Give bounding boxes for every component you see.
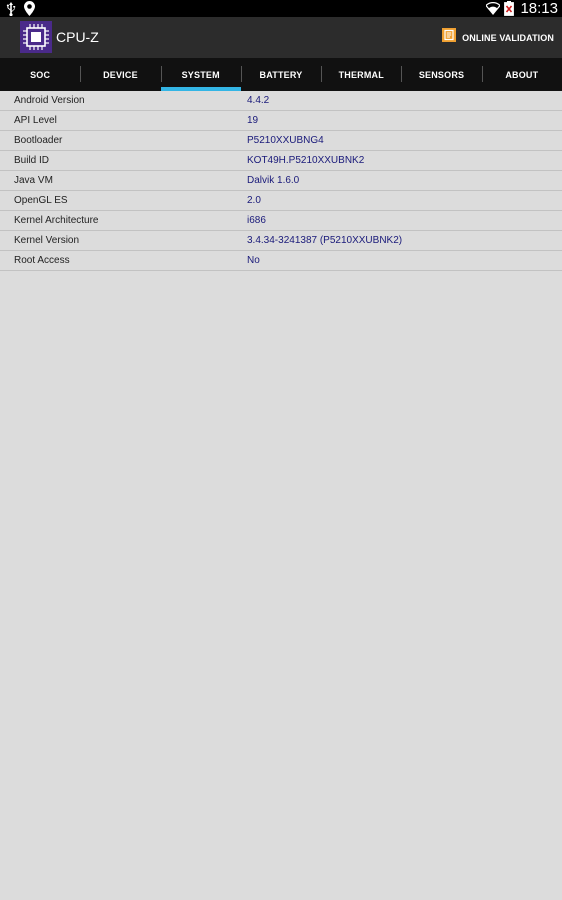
wifi-icon	[486, 2, 501, 15]
info-row-java-vm: Java VM Dalvik 1.6.0	[0, 171, 562, 191]
info-value: P5210XXUBNG4	[247, 135, 324, 146]
status-left-icons	[6, 1, 35, 16]
tab-label: BATTERY	[259, 69, 303, 80]
info-label: OpenGL ES	[14, 195, 68, 206]
tab-label: ABOUT	[505, 69, 539, 80]
info-label: Build ID	[14, 155, 50, 166]
tab-battery[interactable]: BATTERY	[240, 58, 321, 91]
tab-label: SYSTEM	[181, 69, 220, 80]
info-value: No	[247, 255, 260, 266]
info-value: 3.4.34-3241387 (P5210XXUBNK2)	[247, 235, 403, 246]
info-value: 19	[247, 115, 259, 126]
validation-icon	[442, 28, 457, 47]
status-bar: 18:13	[0, 0, 562, 17]
info-label: Kernel Version	[14, 235, 80, 246]
tab-soc[interactable]: SOC	[0, 58, 80, 91]
info-row-kernel-architecture: Kernel Architecture i686	[0, 211, 562, 231]
info-label: Root Access	[14, 255, 70, 266]
info-value: 2.0	[247, 195, 261, 206]
info-value: Dalvik 1.6.0	[247, 175, 300, 186]
info-value: 4.4.2	[247, 95, 270, 106]
app-title: CPU-Z	[56, 29, 99, 45]
system-info-list: Android Version 4.4.2 API Level 19 Bootl…	[0, 91, 562, 271]
info-label: Android Version	[14, 95, 85, 106]
tab-device[interactable]: DEVICE	[80, 58, 160, 91]
tab-sensors[interactable]: SENSORS	[401, 58, 481, 91]
tab-thermal[interactable]: THERMAL	[321, 58, 401, 91]
info-label: Bootloader	[14, 135, 63, 146]
cpu-chip-icon[interactable]	[20, 21, 52, 53]
status-right-icons: 18:13	[486, 0, 558, 17]
tab-label: DEVICE	[103, 69, 138, 80]
location-pin-icon	[24, 1, 35, 16]
info-label: Java VM	[14, 175, 53, 186]
info-label: Kernel Architecture	[14, 215, 99, 226]
info-row-opengl-es: OpenGL ES 2.0	[0, 191, 562, 211]
info-row-kernel-version: Kernel Version 3.4.34-3241387 (P5210XXUB…	[0, 231, 562, 251]
info-value: i686	[247, 215, 266, 226]
info-row-build-id: Build ID KOT49H.P5210XXUBNK2	[0, 151, 562, 171]
tab-label: SOC	[30, 69, 51, 80]
battery-icon	[504, 1, 515, 16]
usb-icon	[6, 1, 16, 16]
info-row-api-level: API Level 19	[0, 111, 562, 131]
action-bar: CPU-Z ONLINE VALIDATION	[0, 17, 562, 58]
tab-about[interactable]: ABOUT	[481, 58, 562, 91]
online-validation-label: ONLINE VALIDATION	[462, 32, 554, 43]
online-validation-button[interactable]: ONLINE VALIDATION	[442, 17, 554, 58]
tab-label: SENSORS	[418, 69, 465, 80]
tab-bar: SOC DEVICE SYSTEM BATTERY THERMAL SENSOR…	[0, 58, 562, 91]
tab-label: THERMAL	[338, 69, 384, 80]
info-value: KOT49H.P5210XXUBNK2	[247, 155, 365, 166]
info-label: API Level	[14, 115, 57, 126]
info-row-android-version: Android Version 4.4.2	[0, 91, 562, 111]
tab-system[interactable]: SYSTEM	[160, 58, 242, 91]
info-row-bootloader: Bootloader P5210XXUBNG4	[0, 131, 562, 151]
info-row-root-access: Root Access No	[0, 251, 562, 271]
status-clock: 18:13	[520, 0, 558, 17]
